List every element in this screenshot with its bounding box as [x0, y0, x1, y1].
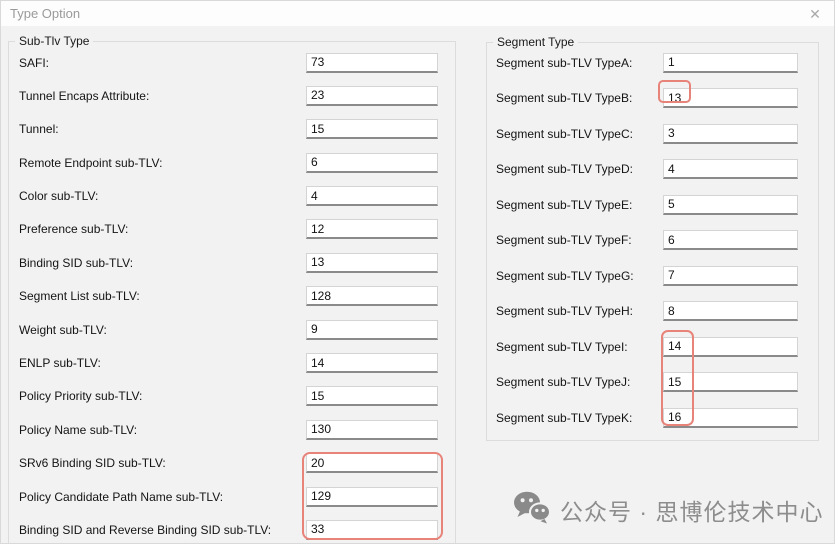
- sub-tlv-rows: SAFI: Tunnel Encaps Attribute: Tunnel: R…: [9, 42, 455, 544]
- segment-type-g-input[interactable]: [663, 266, 798, 286]
- field-label: Policy Name sub-TLV:: [9, 423, 306, 437]
- segment-list-input[interactable]: [306, 286, 438, 306]
- field-label: Tunnel Encaps Attribute:: [9, 89, 306, 103]
- type-option-dialog: Type Option ✕ Sub-Tlv Type SAFI: Tunnel …: [0, 0, 835, 544]
- field-row-weight: Weight sub-TLV:: [9, 320, 455, 339]
- watermark-text: 公众号 · 思博伦技术中心: [560, 493, 823, 527]
- field-row-policy-priority: Policy Priority sub-TLV:: [9, 387, 455, 406]
- field-label: Segment sub-TLV TypeH:: [487, 304, 663, 318]
- field-row-type-i: Segment sub-TLV TypeI:: [487, 337, 818, 356]
- field-label: Preference sub-TLV:: [9, 222, 306, 236]
- close-icon[interactable]: ✕: [806, 5, 824, 23]
- field-label: Segment sub-TLV TypeA:: [487, 56, 663, 70]
- field-row-type-j: Segment sub-TLV TypeJ:: [487, 373, 818, 392]
- safi-input[interactable]: [306, 53, 438, 73]
- sub-tlv-type-group: Sub-Tlv Type SAFI: Tunnel Encaps Attribu…: [8, 41, 456, 544]
- field-label: Binding SID and Reverse Binding SID sub-…: [9, 523, 306, 537]
- watermark: 公众号 · 思博伦技术中心: [513, 491, 823, 529]
- field-row-binding-sid-reverse: Binding SID and Reverse Binding SID sub-…: [9, 520, 455, 539]
- enlp-input[interactable]: [306, 353, 438, 373]
- field-row-tunnel: Tunnel:: [9, 120, 455, 139]
- field-label: Segment sub-TLV TypeD:: [487, 162, 663, 176]
- field-row-type-c: Segment sub-TLV TypeC:: [487, 124, 818, 143]
- field-row-type-k: Segment sub-TLV TypeK:: [487, 408, 818, 427]
- segment-type-a-input[interactable]: [663, 53, 798, 73]
- segment-type-c-input[interactable]: [663, 124, 798, 144]
- field-row-safi: SAFI:: [9, 53, 455, 72]
- segment-type-group: Segment Type Segment sub-TLV TypeA: Segm…: [486, 42, 819, 441]
- field-row-binding-sid: Binding SID sub-TLV:: [9, 253, 455, 272]
- policy-priority-input[interactable]: [306, 386, 438, 406]
- field-label: Segment List sub-TLV:: [9, 289, 306, 303]
- wechat-icon: [513, 491, 551, 529]
- segment-type-k-input[interactable]: [663, 408, 798, 428]
- field-label: Segment sub-TLV TypeK:: [487, 411, 663, 425]
- field-label: Segment sub-TLV TypeJ:: [487, 375, 663, 389]
- field-label: Segment sub-TLV TypeB:: [487, 91, 663, 105]
- field-row-srv6-binding-sid: SRv6 Binding SID sub-TLV:: [9, 454, 455, 473]
- segment-rows: Segment sub-TLV TypeA: Segment sub-TLV T…: [487, 43, 818, 444]
- field-row-type-g: Segment sub-TLV TypeG:: [487, 266, 818, 285]
- color-sub-tlv-input[interactable]: [306, 186, 438, 206]
- field-label: Segment sub-TLV TypeF:: [487, 233, 663, 247]
- field-row-type-f: Segment sub-TLV TypeF:: [487, 231, 818, 250]
- policy-name-input[interactable]: [306, 420, 438, 440]
- field-row-color: Color sub-TLV:: [9, 187, 455, 206]
- field-row-type-d: Segment sub-TLV TypeD:: [487, 160, 818, 179]
- binding-sid-input[interactable]: [306, 253, 438, 273]
- field-label: SRv6 Binding SID sub-TLV:: [9, 456, 306, 470]
- weight-input[interactable]: [306, 320, 438, 340]
- field-label: Segment sub-TLV TypeG:: [487, 269, 663, 283]
- title-bar: Type Option ✕: [1, 1, 834, 26]
- field-row-tunnel-encaps: Tunnel Encaps Attribute:: [9, 86, 455, 105]
- field-label: Policy Priority sub-TLV:: [9, 389, 306, 403]
- field-label: Binding SID sub-TLV:: [9, 256, 306, 270]
- segment-type-h-input[interactable]: [663, 301, 798, 321]
- field-row-remote-endpoint: Remote Endpoint sub-TLV:: [9, 153, 455, 172]
- field-row-preference: Preference sub-TLV:: [9, 220, 455, 239]
- field-row-policy-candidate-path: Policy Candidate Path Name sub-TLV:: [9, 487, 455, 506]
- field-row-type-e: Segment sub-TLV TypeE:: [487, 195, 818, 214]
- segment-type-b-input[interactable]: [663, 88, 798, 108]
- field-row-type-h: Segment sub-TLV TypeH:: [487, 302, 818, 321]
- segment-type-f-input[interactable]: [663, 230, 798, 250]
- field-label: Policy Candidate Path Name sub-TLV:: [9, 490, 306, 504]
- tunnel-encaps-input[interactable]: [306, 86, 438, 106]
- field-row-segment-list: Segment List sub-TLV:: [9, 287, 455, 306]
- field-label: Color sub-TLV:: [9, 189, 306, 203]
- segment-type-d-input[interactable]: [663, 159, 798, 179]
- field-row-type-b: Segment sub-TLV TypeB:: [487, 89, 818, 108]
- segment-type-e-input[interactable]: [663, 195, 798, 215]
- field-label: SAFI:: [9, 56, 306, 70]
- binding-sid-reverse-input[interactable]: [306, 520, 438, 540]
- field-label: Remote Endpoint sub-TLV:: [9, 156, 306, 170]
- field-row-type-a: Segment sub-TLV TypeA:: [487, 53, 818, 72]
- field-label: ENLP sub-TLV:: [9, 356, 306, 370]
- field-label: Weight sub-TLV:: [9, 323, 306, 337]
- segment-type-i-input[interactable]: [663, 337, 798, 357]
- field-row-enlp: ENLP sub-TLV:: [9, 354, 455, 373]
- page-title: Type Option: [10, 6, 80, 21]
- field-label: Segment sub-TLV TypeE:: [487, 198, 663, 212]
- policy-candidate-path-input[interactable]: [306, 487, 438, 507]
- srv6-binding-sid-input[interactable]: [306, 453, 438, 473]
- remote-endpoint-input[interactable]: [306, 153, 438, 173]
- preference-input[interactable]: [306, 219, 438, 239]
- field-label: Segment sub-TLV TypeI:: [487, 340, 663, 354]
- field-row-policy-name: Policy Name sub-TLV:: [9, 420, 455, 439]
- field-label: Segment sub-TLV TypeC:: [487, 127, 663, 141]
- tunnel-input[interactable]: [306, 119, 438, 139]
- field-label: Tunnel:: [9, 122, 306, 136]
- segment-type-j-input[interactable]: [663, 372, 798, 392]
